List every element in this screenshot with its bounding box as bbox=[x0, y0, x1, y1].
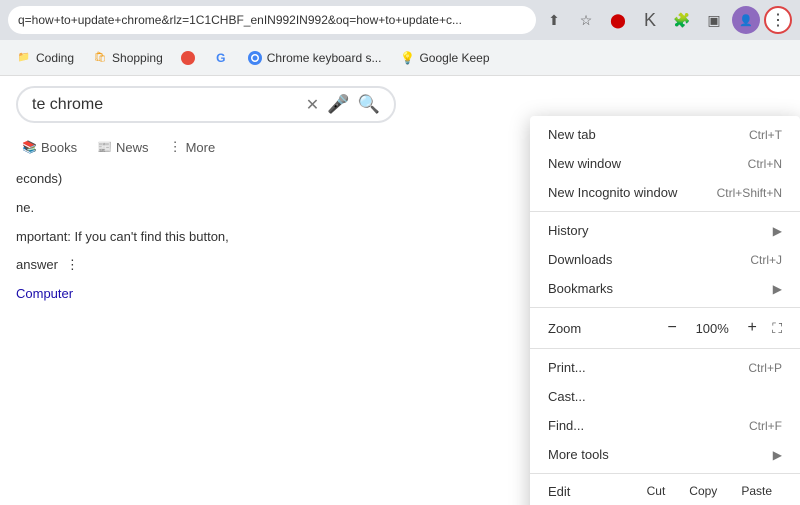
divider-2 bbox=[530, 307, 800, 308]
menu-edit: Edit Cut Copy Paste bbox=[530, 478, 800, 504]
clear-icon[interactable]: ✕ bbox=[306, 95, 319, 115]
nav-more-label: More bbox=[186, 140, 216, 155]
books-icon: 📚 bbox=[22, 140, 37, 154]
dropdown-menu: New tab Ctrl+T New window Ctrl+N New Inc… bbox=[530, 116, 800, 505]
bookmark-b2[interactable]: G bbox=[205, 46, 237, 70]
bookmark-b1[interactable] bbox=[173, 47, 203, 69]
history-label: History bbox=[548, 223, 588, 238]
nav-news[interactable]: 📰 News bbox=[91, 136, 154, 159]
new-tab-shortcut: Ctrl+T bbox=[749, 128, 782, 142]
opera-icon[interactable]: ⬤ bbox=[604, 6, 632, 34]
divider-1 bbox=[530, 211, 800, 212]
menu-more-tools[interactable]: More tools ▶ bbox=[530, 440, 800, 469]
profile-icon[interactable]: K bbox=[636, 6, 664, 34]
folder-icon: 📁 bbox=[16, 50, 32, 66]
zoom-plus-button[interactable]: + bbox=[740, 316, 764, 340]
menu-history[interactable]: History ▶ bbox=[530, 216, 800, 245]
zoom-minus-button[interactable]: − bbox=[660, 316, 684, 340]
menu-dots-button[interactable]: ⋮ bbox=[764, 6, 792, 34]
browser-top-bar: q=how+to+update+chrome&rlz=1C1CHBF_enIN9… bbox=[0, 0, 800, 40]
menu-new-tab[interactable]: New tab Ctrl+T bbox=[530, 120, 800, 149]
sidebar-icon[interactable]: ▣ bbox=[700, 6, 728, 34]
new-incognito-label: New Incognito window bbox=[548, 185, 677, 200]
nav-more[interactable]: ⋮ More bbox=[163, 135, 222, 159]
news-icon: 📰 bbox=[97, 140, 112, 154]
paste-button[interactable]: Paste bbox=[731, 482, 782, 500]
more-tools-label: More tools bbox=[548, 447, 609, 462]
find-shortcut: Ctrl+F bbox=[749, 419, 782, 433]
line-3-text: mportant: If you can't find this button, bbox=[16, 229, 229, 244]
b1-icon bbox=[181, 51, 195, 65]
nav-books-label: Books bbox=[41, 140, 77, 155]
microphone-icon[interactable]: 🎤 bbox=[327, 94, 349, 115]
zoom-controls: − 100% + ⛶ bbox=[660, 316, 782, 340]
zoom-label: Zoom bbox=[548, 321, 656, 336]
chrome-icon bbox=[247, 50, 263, 66]
bookmarks-label: Bookmarks bbox=[548, 281, 613, 296]
extensions-icon[interactable]: 🧩 bbox=[668, 6, 696, 34]
more-tools-arrow: ▶ bbox=[773, 448, 782, 462]
menu-new-window[interactable]: New window Ctrl+N bbox=[530, 149, 800, 178]
find-label: Find... bbox=[548, 418, 584, 433]
nav-books[interactable]: 📚 Books bbox=[16, 136, 83, 159]
b2-icon: G bbox=[213, 50, 229, 66]
computer-link[interactable]: Computer bbox=[16, 286, 73, 301]
print-shortcut: Ctrl+P bbox=[748, 361, 782, 375]
fullscreen-icon[interactable]: ⛶ bbox=[772, 320, 782, 337]
edit-label: Edit bbox=[548, 484, 633, 499]
zoom-value: 100% bbox=[692, 321, 732, 336]
dots-icon: ⋮ bbox=[66, 255, 79, 276]
menu-downloads[interactable]: Downloads Ctrl+J bbox=[530, 245, 800, 274]
downloads-shortcut: Ctrl+J bbox=[750, 253, 782, 267]
cut-button[interactable]: Cut bbox=[637, 482, 676, 500]
more-dots-icon: ⋮ bbox=[169, 139, 182, 155]
history-arrow: ▶ bbox=[773, 224, 782, 238]
share-icon[interactable]: ⬆ bbox=[540, 6, 568, 34]
copy-button[interactable]: Copy bbox=[679, 482, 727, 500]
bookmarks-arrow: ▶ bbox=[773, 282, 782, 296]
divider-3 bbox=[530, 348, 800, 349]
menu-print[interactable]: Print... Ctrl+P bbox=[530, 353, 800, 382]
cast-label: Cast... bbox=[548, 389, 586, 404]
divider-4 bbox=[530, 473, 800, 474]
menu-new-incognito[interactable]: New Incognito window Ctrl+Shift+N bbox=[530, 178, 800, 207]
menu-find[interactable]: Find... Ctrl+F bbox=[530, 411, 800, 440]
bookmark-coding[interactable]: 📁 Coding bbox=[8, 46, 82, 70]
avatar-icon[interactable]: 👤 bbox=[732, 6, 760, 34]
keep-icon: 💡 bbox=[399, 50, 415, 66]
new-window-shortcut: Ctrl+N bbox=[748, 157, 782, 171]
toolbar-icons: ⬆ ☆ ⬤ K 🧩 ▣ 👤 ⋮ bbox=[540, 6, 792, 34]
bookmark-shopping[interactable]: 🛍 Shopping bbox=[84, 46, 171, 70]
address-text: q=how+to+update+chrome&rlz=1C1CHBF_enIN9… bbox=[18, 13, 526, 27]
search-box[interactable]: te chrome ✕ 🎤 🔍 bbox=[16, 86, 396, 123]
bookmark-chrome-label: Chrome keyboard s... bbox=[267, 51, 382, 65]
menu-zoom: Zoom − 100% + ⛶ bbox=[530, 312, 800, 344]
search-icon[interactable]: 🔍 bbox=[358, 94, 380, 115]
search-icons: ✕ 🎤 🔍 bbox=[306, 94, 380, 115]
menu-bookmarks[interactable]: Bookmarks ▶ bbox=[530, 274, 800, 303]
bookmark-shopping-label: Shopping bbox=[112, 51, 163, 65]
bookmark-icon[interactable]: ☆ bbox=[572, 6, 600, 34]
bookmark-chrome-keyboard[interactable]: Chrome keyboard s... bbox=[239, 46, 390, 70]
bookmarks-bar: 📁 Coding 🛍 Shopping G Chrome keyboard s.… bbox=[0, 40, 800, 76]
print-label: Print... bbox=[548, 360, 586, 375]
nav-news-label: News bbox=[116, 140, 149, 155]
search-input-value: te chrome bbox=[32, 96, 306, 114]
page-content: te chrome ✕ 🎤 🔍 📚 Books 📰 News ⋮ More To… bbox=[0, 76, 800, 505]
downloads-label: Downloads bbox=[548, 252, 612, 267]
menu-cast[interactable]: Cast... bbox=[530, 382, 800, 411]
shopping-icon: 🛍 bbox=[92, 50, 108, 66]
new-incognito-shortcut: Ctrl+Shift+N bbox=[717, 186, 782, 200]
new-window-label: New window bbox=[548, 156, 621, 171]
bookmark-coding-label: Coding bbox=[36, 51, 74, 65]
bookmark-google-keep[interactable]: 💡 Google Keep bbox=[391, 46, 497, 70]
edit-buttons: Cut Copy Paste bbox=[637, 482, 782, 500]
new-tab-label: New tab bbox=[548, 127, 596, 142]
address-bar[interactable]: q=how+to+update+chrome&rlz=1C1CHBF_enIN9… bbox=[8, 6, 536, 34]
bookmark-keep-label: Google Keep bbox=[419, 51, 489, 65]
